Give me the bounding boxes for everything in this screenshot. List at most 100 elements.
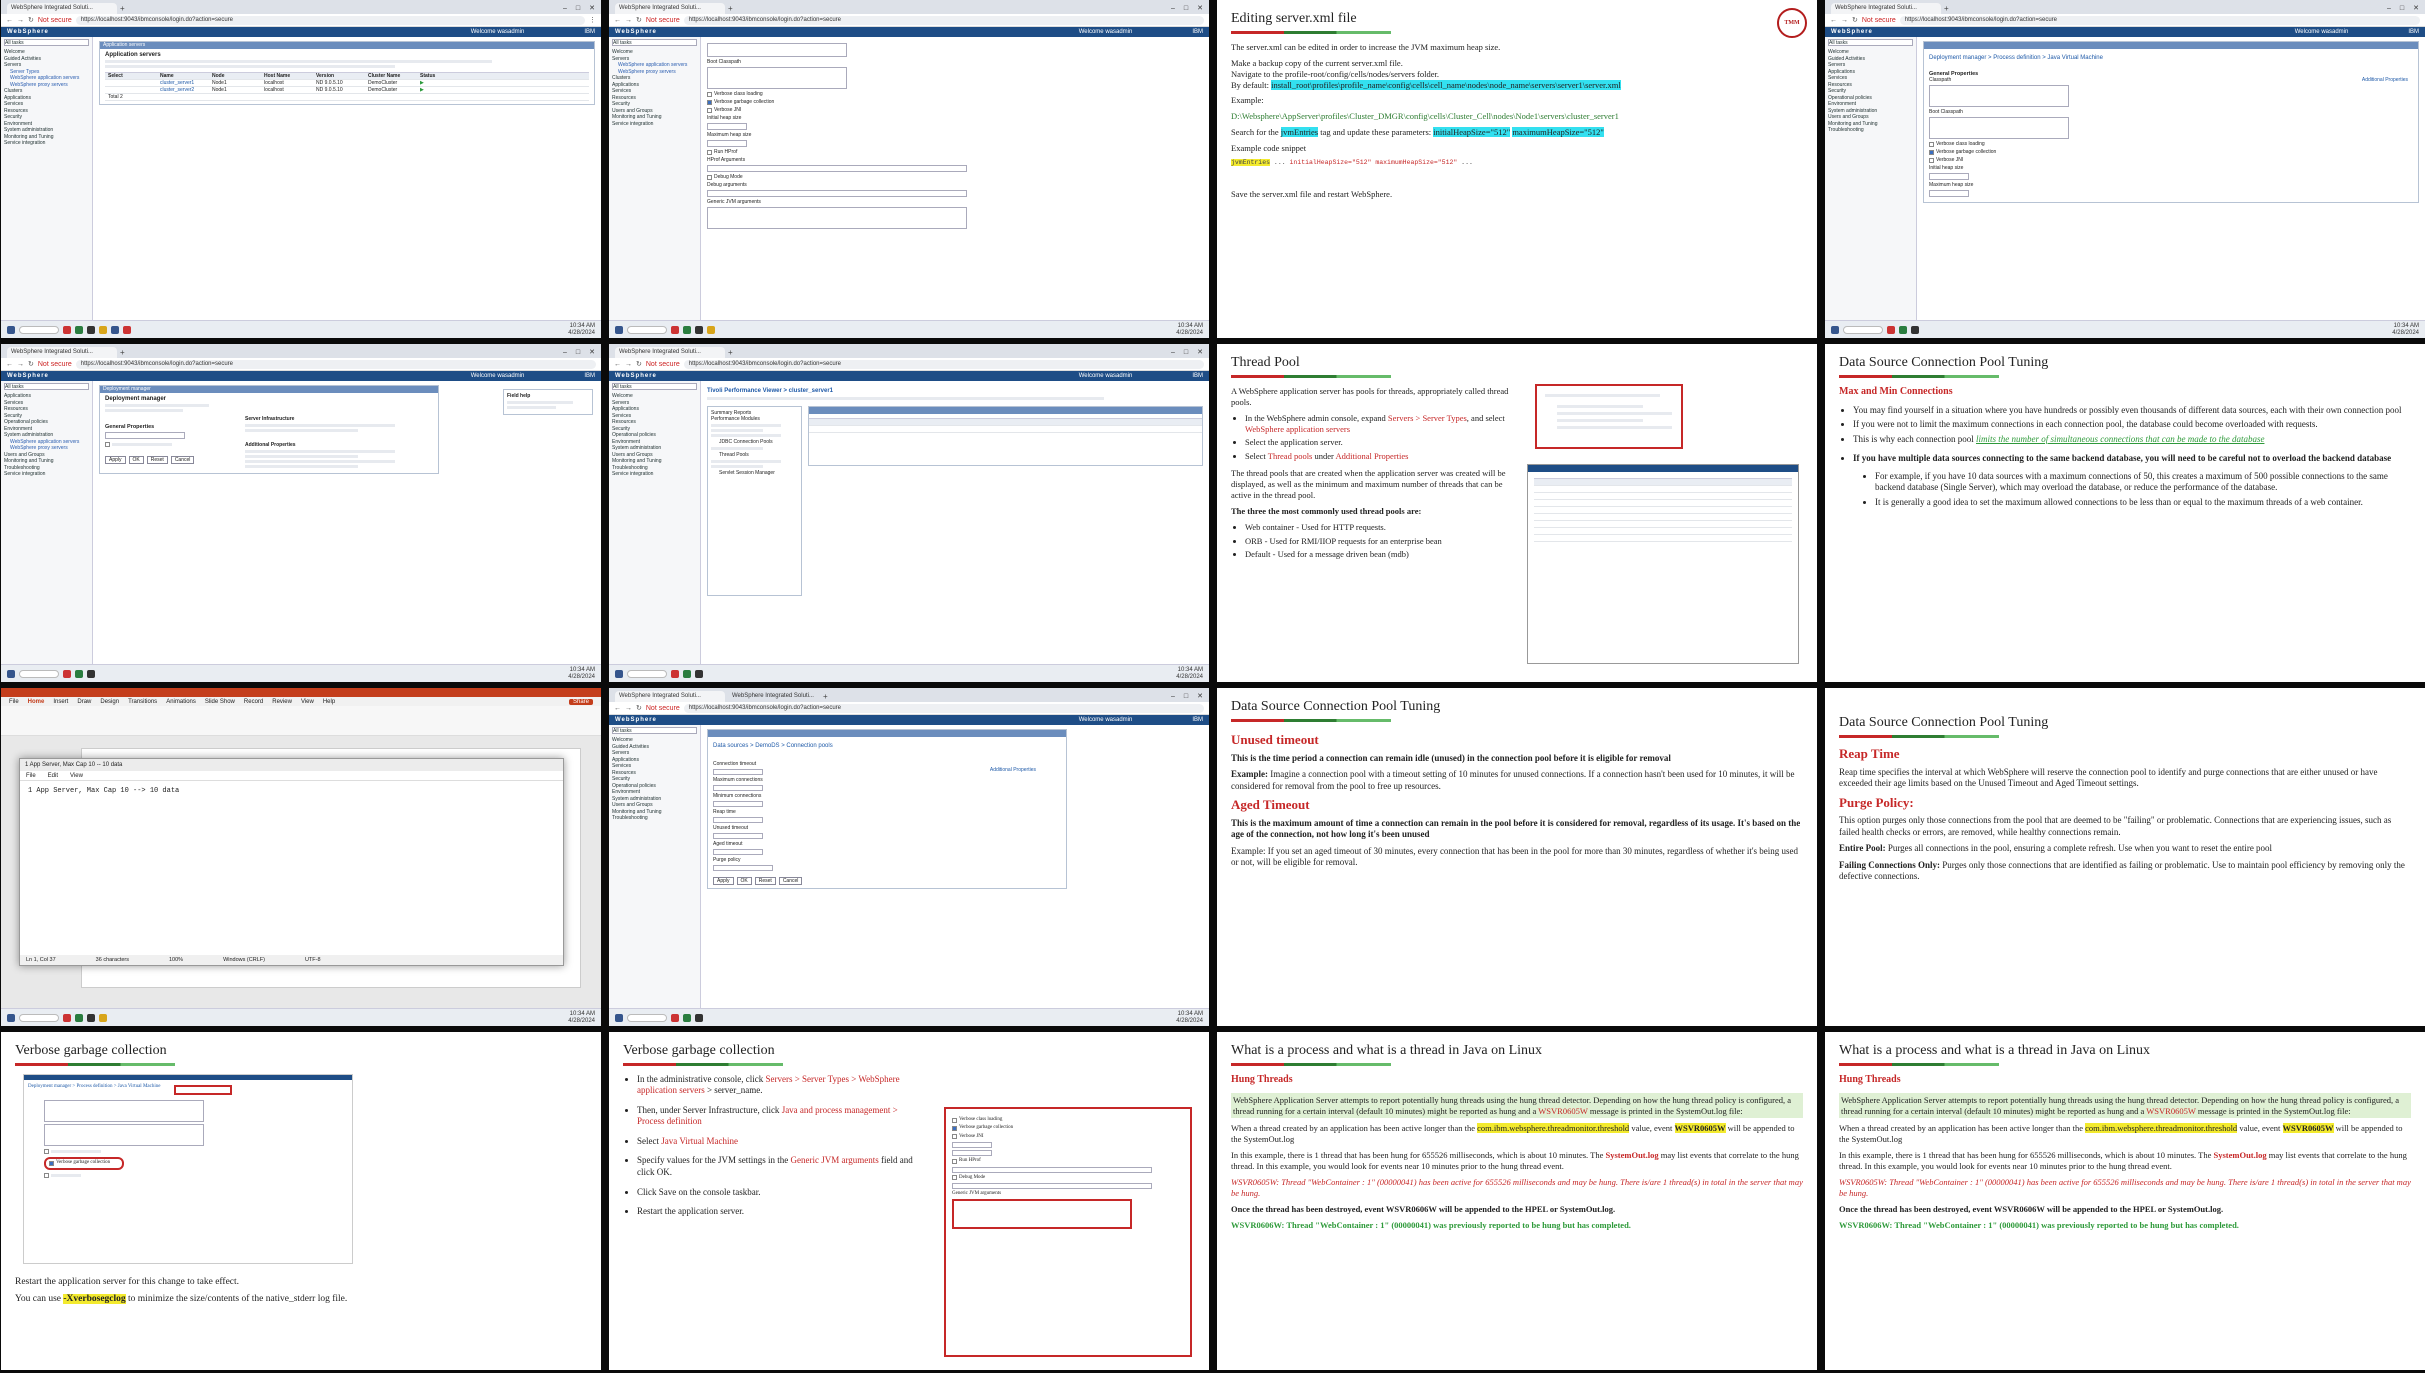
reload-icon[interactable]: ↻ xyxy=(636,360,642,368)
app-icon[interactable] xyxy=(75,1013,83,1022)
name-input[interactable] xyxy=(105,432,185,439)
min-connections-input[interactable] xyxy=(713,801,763,807)
maximize-icon[interactable]: □ xyxy=(1184,3,1188,14)
ribbon-tab[interactable]: Home xyxy=(28,699,45,705)
cancel-button[interactable]: Cancel xyxy=(778,877,803,885)
forward-icon[interactable]: → xyxy=(17,361,24,368)
back-icon[interactable]: ← xyxy=(614,705,621,712)
browser-tab[interactable]: WebSphere Integrated Soluti... xyxy=(1831,3,1941,14)
reset-button[interactable]: Reset xyxy=(754,877,776,885)
close-icon[interactable]: ✕ xyxy=(1197,3,1203,14)
back-icon[interactable]: ← xyxy=(6,17,13,24)
view-select[interactable]: All tasks xyxy=(1828,39,1913,46)
reload-icon[interactable]: ↻ xyxy=(1852,16,1858,24)
view-select[interactable]: All tasks xyxy=(4,383,89,390)
taskbar-search[interactable] xyxy=(627,325,667,334)
breadcrumb[interactable]: Data sources > DemoDS > Connection pools xyxy=(713,743,1061,749)
minimize-icon[interactable]: – xyxy=(563,3,567,14)
hprof-args-input[interactable] xyxy=(707,165,967,172)
checkbox[interactable] xyxy=(707,149,712,155)
tree-item[interactable]: Thread Pools xyxy=(711,452,798,458)
maximize-icon[interactable]: □ xyxy=(2400,3,2404,14)
cell[interactable]: cluster_server1 xyxy=(160,80,208,86)
app-icon[interactable] xyxy=(683,669,691,678)
app-icon[interactable] xyxy=(671,325,679,334)
url-field[interactable]: https://localhost:9043/ibmconsole/login.… xyxy=(683,15,1204,25)
minimize-icon[interactable]: – xyxy=(1171,691,1175,702)
table-row[interactable] xyxy=(809,426,1202,433)
maximize-icon[interactable]: □ xyxy=(1184,347,1188,358)
checkbox-row[interactable]: Verbose garbage collection xyxy=(707,99,1203,105)
url-field[interactable]: https://localhost:9043/ibmconsole/login.… xyxy=(75,359,596,369)
back-icon[interactable]: ← xyxy=(614,361,621,368)
checkbox-row[interactable]: Verbose JNI xyxy=(1929,157,2413,163)
url-field[interactable]: https://localhost:9043/ibmconsole/login.… xyxy=(1899,15,2420,25)
maximize-icon[interactable]: □ xyxy=(576,347,580,358)
app-icon[interactable] xyxy=(1887,325,1895,334)
app-icon[interactable] xyxy=(1911,325,1919,334)
start-icon[interactable] xyxy=(615,669,623,678)
unused-timeout-input[interactable] xyxy=(713,833,763,839)
close-icon[interactable]: ✕ xyxy=(1197,347,1203,358)
tree-item[interactable]: Servlet Session Manager xyxy=(711,470,798,476)
taskbar-clock[interactable]: 10:34 AM 4/28/2024 xyxy=(568,667,595,681)
close-icon[interactable]: ✕ xyxy=(589,3,595,14)
minimize-icon[interactable]: – xyxy=(1171,3,1175,14)
checkbox-row[interactable]: Verbose class loading xyxy=(707,91,1203,97)
start-icon[interactable] xyxy=(7,1013,15,1022)
nav-item[interactable]: Service integration xyxy=(4,140,89,147)
app-icon[interactable] xyxy=(1899,325,1907,334)
aged-timeout-input[interactable] xyxy=(713,849,763,855)
start-icon[interactable] xyxy=(1831,325,1839,334)
not-secure-badge[interactable]: Not secure xyxy=(38,361,72,368)
nav-item[interactable]: WebSphere application servers xyxy=(612,62,697,69)
max-connections-input[interactable] xyxy=(713,785,763,791)
notepad-text[interactable]: 1 App Server, Max Cap 10 --> 10 data xyxy=(20,781,563,801)
forward-icon[interactable]: → xyxy=(1841,17,1848,24)
checkbox[interactable] xyxy=(105,442,110,447)
app-icon[interactable] xyxy=(63,325,71,334)
app-icon[interactable] xyxy=(99,325,107,334)
back-icon[interactable]: ← xyxy=(614,17,621,24)
checkbox-row[interactable]: Verbose class loading xyxy=(1929,141,2413,147)
connection-timeout-input[interactable] xyxy=(713,769,763,775)
checkbox-row[interactable]: Verbose garbage collection xyxy=(1929,149,2413,155)
taskbar-search[interactable] xyxy=(627,1013,667,1022)
checkbox[interactable] xyxy=(1929,149,1934,155)
app-icon[interactable] xyxy=(63,1013,71,1022)
new-tab-icon[interactable]: + xyxy=(728,347,733,358)
browser-tab[interactable]: WebSphere Integrated Soluti... xyxy=(615,3,725,14)
checkbox[interactable] xyxy=(1929,141,1934,147)
start-icon[interactable] xyxy=(615,1013,623,1022)
browser-tab[interactable]: WebSphere Integrated Soluti... xyxy=(7,347,117,358)
app-icon[interactable] xyxy=(63,669,71,678)
new-tab-icon[interactable]: + xyxy=(120,3,125,14)
breadcrumb[interactable]: Deployment manager > Process definition … xyxy=(1929,55,2413,61)
checkbox[interactable] xyxy=(707,99,712,105)
not-secure-badge[interactable]: Not secure xyxy=(646,17,680,24)
text-field[interactable] xyxy=(707,43,847,57)
cell[interactable]: cluster_server2 xyxy=(160,87,208,93)
url-field[interactable]: https://localhost:9043/ibmconsole/login.… xyxy=(75,15,585,25)
forward-icon[interactable]: → xyxy=(625,705,632,712)
close-icon[interactable]: ✕ xyxy=(2413,3,2419,14)
taskbar-search[interactable] xyxy=(19,669,59,678)
minimize-icon[interactable]: – xyxy=(563,347,567,358)
not-secure-badge[interactable]: Not secure xyxy=(38,17,72,24)
nav-item[interactable]: Troubleshooting xyxy=(612,815,697,822)
reload-icon[interactable]: ↻ xyxy=(636,16,642,24)
checkbox-row[interactable] xyxy=(105,441,235,448)
not-secure-badge[interactable]: Not secure xyxy=(1862,17,1896,24)
taskbar-search[interactable] xyxy=(627,669,667,678)
checkbox[interactable] xyxy=(707,174,712,180)
forward-icon[interactable]: → xyxy=(625,361,632,368)
menu-item[interactable]: View xyxy=(70,773,83,779)
back-icon[interactable]: ← xyxy=(6,361,13,368)
taskbar-clock[interactable]: 10:34 AM 4/28/2024 xyxy=(1176,323,1203,337)
reload-icon[interactable]: ↻ xyxy=(28,16,34,24)
link-line[interactable] xyxy=(245,465,358,468)
new-tab-icon[interactable]: + xyxy=(823,691,828,702)
reap-time-input[interactable] xyxy=(713,817,763,823)
ok-button[interactable]: OK xyxy=(736,877,752,885)
ribbon-tab[interactable]: Draw xyxy=(77,699,91,705)
